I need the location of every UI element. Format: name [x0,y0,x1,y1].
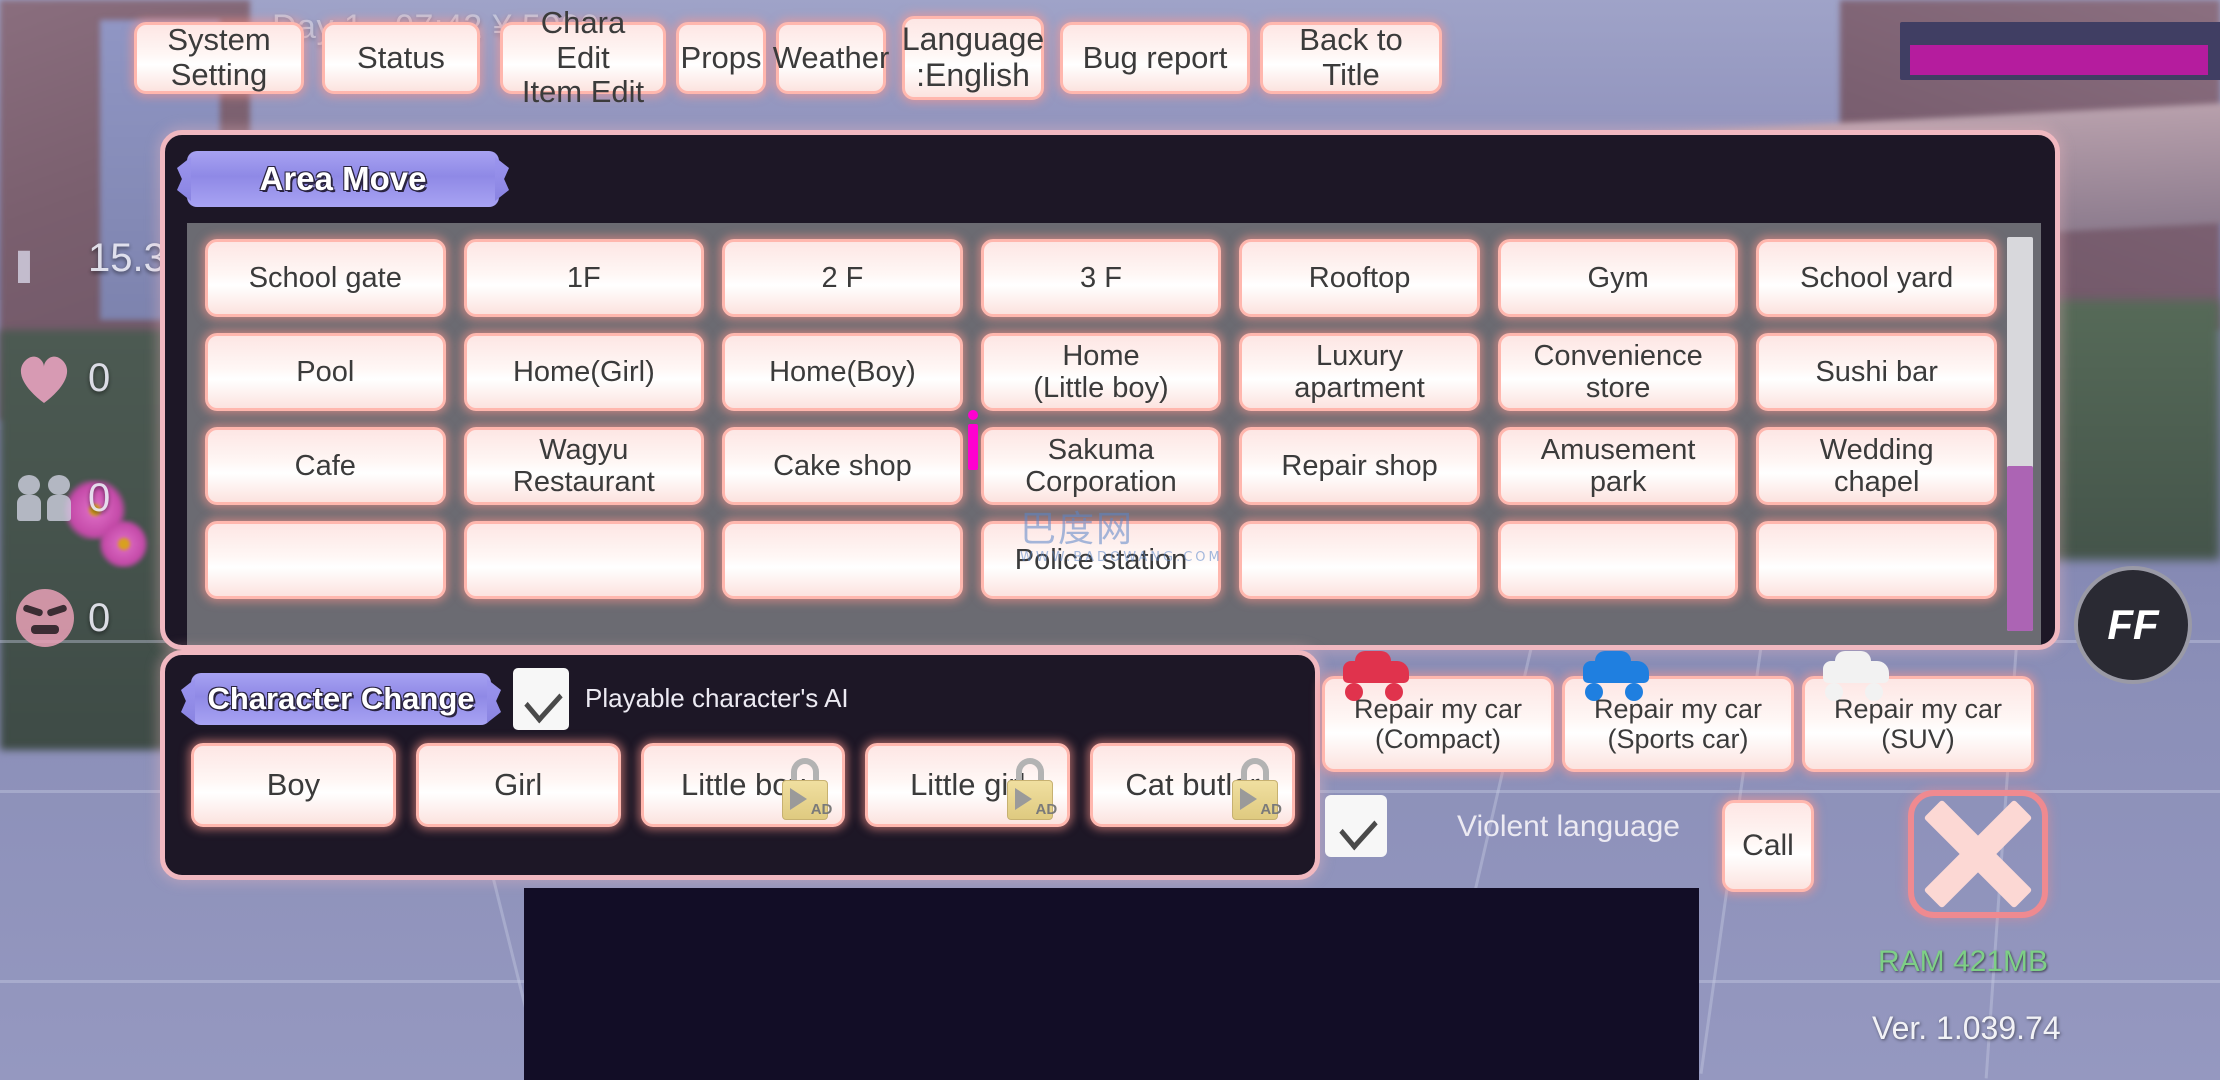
lock-ad-icon: AD [999,758,1061,820]
hud-stat-row: 0 [12,335,162,421]
character-change-title: Character Change [191,673,491,725]
hud-stat-row: 0 [12,455,162,541]
repair-button-repair-my-car-suv[interactable]: Repair my car (SUV) [1802,651,2034,772]
area-button-repair-shop[interactable]: Repair shop [1239,427,1480,505]
area-button-cake-shop[interactable]: Cake shop [722,427,963,505]
area-button-sakuma-corporation[interactable]: Sakuma Corporation [967,410,1222,505]
game-screen: 15.3 0 0 0 Day 1 - 07:42 ¥ 5000 System S… [0,0,2220,1080]
topbar-button-props[interactable]: Props [676,22,766,94]
repair-button-label: Repair my car (SUV) [1833,693,2003,754]
area-button-slot-23[interactable] [722,521,963,599]
playable-character-ai-checkbox[interactable] [513,668,569,730]
people-icon [12,463,82,533]
area-button-1f[interactable]: 1F [463,239,705,317]
area-button-amusement-park[interactable]: Amusement park [1497,427,1739,505]
topbar-button-language-english[interactable]: Language:English [902,16,1044,100]
area-button-rooftop[interactable]: Rooftop [1239,239,1480,317]
area-button-home-little-boy[interactable]: Home (Little boy) [980,333,1222,411]
area-button-home-girl[interactable]: Home(Girl) [463,333,705,411]
topbar-button-system-setting[interactable]: System Setting [134,22,304,94]
area-button-slot-26[interactable] [1497,521,1739,599]
ad-label: AD [1260,801,1282,819]
repair-button-label: Repair my car (Compact) [1353,693,1523,754]
repair-button-repair-my-car-compact[interactable]: Repair my car (Compact) [1322,651,1554,772]
area-button-slot-27[interactable] [1756,521,1997,599]
car-icon [1819,651,1893,701]
lock-ad-icon: AD [1224,758,1286,820]
ad-label: AD [1035,801,1058,819]
area-button-pool[interactable]: Pool [205,333,446,411]
hud-stat-row: 15.3 [12,215,166,301]
area-button-home-boy[interactable]: Home(Boy) [722,333,963,411]
check-icon [1341,817,1371,835]
hud-stat-value: 0 [88,595,111,640]
area-button-gym[interactable]: Gym [1497,239,1739,317]
scrollbar-thumb[interactable] [2007,465,2033,631]
version-text: Ver. 1.039.74 [1872,1010,2061,1046]
character-buttons-row: Boy Girl Little boy AD Little girl AD Cat butl… [191,743,1295,827]
topbar-button-bug-report[interactable]: Bug report [1060,22,1250,94]
info-icon [967,410,978,470]
topbar-button-weather[interactable]: Weather [773,22,889,94]
character-button-cat-butler[interactable]: Cat butler AD [1090,743,1295,827]
fast-forward-button[interactable]: FF [2074,566,2192,684]
area-button-school-yard[interactable]: School yard [1756,239,1997,317]
ad-label: AD [810,801,833,819]
ram-usage-text: RAM 421MB [1878,945,2049,978]
call-button[interactable]: Call [1722,800,1814,892]
close-x-icon[interactable] [1908,790,2048,918]
area-button-slot-22[interactable] [463,521,705,599]
car-icon [1579,651,1653,701]
area-move-scrollbar[interactable] [2007,237,2033,631]
topbar-button-chara-edit-item-edit[interactable]: Chara Edit Item Edit [500,5,666,109]
repair-button-repair-my-car-sports-car[interactable]: Repair my car (Sports car) [1562,651,1794,772]
playable-character-ai-label: Playable character's AI [585,683,849,713]
area-button-2-f[interactable]: 2 F [722,239,963,317]
angry-face-icon [12,583,82,653]
area-move-panel: Area Move School gate 1F 2 F3 F Rooftop Gym S… [160,130,2060,650]
violent-language-checkbox[interactable] [1325,795,1387,857]
character-button-little-girl[interactable]: Little girl AD [865,743,1071,827]
character-change-panel: Character Change Playable character's AI… [160,650,1320,880]
area-move-scroll-region[interactable]: School gate 1F 2 F3 F Rooftop Gym School yard… [187,223,2041,645]
top-menu-bar: System Setting Status Chara Edit Item Edit P… [0,5,2220,109]
ad-banner[interactable] [524,888,1699,1080]
area-move-grid: School gate 1F 2 F3 F Rooftop Gym School yard… [205,239,1997,599]
area-button-wagyu-restaurant[interactable]: Wagyu Restaurant [463,427,705,505]
area-button-wedding-chapel[interactable]: Wedding chapel [1756,427,1997,505]
repair-button-label: Repair my car (Sports car) [1593,693,1763,754]
area-button-convenience-store[interactable]: Convenience store [1497,333,1739,411]
car-icon [1339,651,1413,701]
area-button-sushi-bar[interactable]: Sushi bar [1756,333,1997,411]
character-button-boy[interactable]: Boy [191,743,396,827]
hud-stats: 15.3 0 0 0 [12,215,166,695]
area-button-luxury-apartment[interactable]: Luxury apartment [1239,333,1480,411]
area-button-3-f[interactable]: 3 F [980,239,1222,317]
repair-car-row: Repair my car (Compact) Repair my car (Spor… [1322,651,2034,772]
lock-ad-icon: AD [774,758,836,820]
thumbs-up-icon [12,223,82,293]
character-button-little-boy[interactable]: Little boy AD [640,743,846,827]
hud-stat-row: 0 [12,575,162,661]
area-button-school-gate[interactable]: School gate [205,239,446,317]
area-button-slot-25[interactable] [1239,521,1480,599]
topbar-button-status[interactable]: Status [322,22,480,94]
heart-icon [12,343,82,413]
hud-stat-value: 0 [88,355,111,400]
character-button-girl[interactable]: Girl [415,743,621,827]
check-icon [526,690,556,708]
area-button-police-station[interactable]: Police station [980,521,1222,599]
area-move-title: Area Move [187,151,499,207]
area-button-cafe[interactable]: Cafe [205,427,446,505]
hud-stat-value: 0 [88,475,111,520]
topbar-button-back-to-title[interactable]: Back to Title [1260,22,1442,94]
hud-stat-value: 15.3 [88,235,166,280]
violent-language-label: Violent language [1457,810,1680,843]
area-button-slot-21[interactable] [205,521,446,599]
